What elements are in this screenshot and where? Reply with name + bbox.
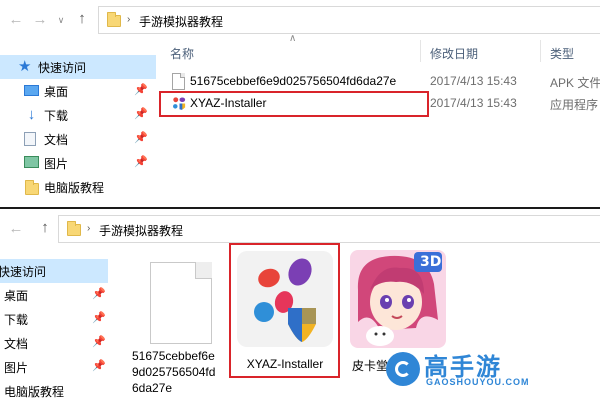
file-type: APK 文件: [550, 76, 600, 90]
folder-icon: [25, 180, 39, 195]
sidebar-item-label: 图片: [44, 157, 69, 171]
forward-arrow-icon[interactable]: →: [32, 12, 48, 28]
pin-icon[interactable]: 📌: [134, 83, 148, 96]
desktop-icon: [24, 85, 39, 96]
back-arrow-icon[interactable]: ←: [8, 221, 24, 237]
file-date: 2017/4/13 15:43: [430, 96, 517, 110]
sidebar-item-label: 电脑版教程: [4, 385, 65, 399]
sidebar-item-desktop[interactable]: 桌面 📌: [0, 283, 108, 307]
sidebar-item-label: 图片: [4, 361, 29, 375]
breadcrumb-separator-icon: ›: [127, 14, 131, 25]
star-icon: ★: [18, 58, 32, 75]
explorer-window-details: ← → ∨ ↑ › 手游模拟器教程 ★ 快速访问 桌面 📌 ↓ 下载 📌 文档 …: [0, 0, 600, 209]
sidebar-item-label: 下载: [44, 109, 69, 123]
breadcrumb-path[interactable]: 手游模拟器教程: [139, 13, 223, 30]
column-header-date[interactable]: 修改日期: [430, 45, 478, 62]
sidebar-item-downloads[interactable]: ↓ 下载 📌: [0, 103, 156, 127]
pin-icon[interactable]: 📌: [134, 131, 148, 144]
back-arrow-icon[interactable]: ←: [8, 12, 24, 28]
up-arrow-icon[interactable]: ↑: [36, 219, 54, 237]
highlight-box: [229, 243, 340, 378]
sidebar-item-pc-tutorials[interactable]: 电脑版教程: [0, 175, 156, 199]
pin-icon[interactable]: 📌: [92, 287, 106, 300]
address-field[interactable]: › 手游模拟器教程: [58, 215, 600, 243]
download-icon: ↓: [27, 106, 36, 123]
column-header-type[interactable]: 类型: [550, 45, 574, 62]
folder-icon: [67, 221, 81, 236]
sidebar-item-quick-access[interactable]: ★ 快速访问: [0, 55, 156, 79]
file-date: 2017/4/13 15:43: [430, 74, 517, 88]
sidebar-item-pictures[interactable]: 图片 📌: [0, 151, 156, 175]
breadcrumb-path[interactable]: 手游模拟器教程: [99, 222, 183, 239]
sidebar-item-label: 电脑版教程: [44, 181, 105, 195]
pin-icon[interactable]: 📌: [92, 311, 106, 324]
highlight-box: [159, 91, 429, 117]
sidebar-item-label: 桌面: [4, 289, 29, 303]
breadcrumb-separator-icon: ›: [87, 223, 91, 234]
up-arrow-icon[interactable]: ↑: [73, 10, 91, 28]
game-badge: 3D: [420, 254, 442, 270]
column-divider[interactable]: [540, 40, 541, 62]
file-name: 51675cebbef6e9d025756504fd6da27e: [190, 74, 397, 88]
picture-icon: [24, 156, 39, 168]
file-tile-label-line: 51675cebbef6e: [132, 349, 215, 363]
address-field[interactable]: › 手游模拟器教程: [98, 6, 600, 34]
file-tile-label-line: 9d025756504fd: [132, 365, 216, 379]
sidebar-item-label: 文档: [4, 337, 29, 351]
column-header-name[interactable]: 名称: [170, 45, 194, 62]
sidebar-item-downloads[interactable]: 下载 📌: [0, 307, 108, 331]
sidebar-item-pictures[interactable]: 图片 📌: [0, 355, 108, 379]
pin-icon[interactable]: 📌: [134, 107, 148, 120]
sidebar-item-label: 快速访问: [0, 265, 47, 279]
sidebar-item-documents[interactable]: 文档 📌: [0, 127, 156, 151]
sidebar-item-documents[interactable]: 文档 📌: [0, 331, 108, 355]
pin-icon[interactable]: 📌: [92, 335, 106, 348]
sidebar-item-label: 快速访问: [38, 61, 87, 75]
file-tile-label-line: 6da27e: [132, 381, 173, 395]
watermark-site: GAOSHOUYOU.COM: [426, 377, 530, 387]
sidebar-item-desktop[interactable]: 桌面 📌: [0, 79, 156, 103]
address-bar-row: ← → ∨ ↑ › 手游模拟器教程: [0, 209, 600, 247]
recent-locations-caret-icon[interactable]: ∨: [56, 14, 66, 26]
sidebar-item-label: 桌面: [44, 85, 69, 99]
blank-file-icon: [172, 73, 185, 90]
sidebar-item-label: 下载: [4, 313, 29, 327]
blank-file-icon: [150, 262, 212, 344]
address-bar-row: ← → ∨ ↑ › 手游模拟器教程: [0, 0, 600, 38]
pin-icon[interactable]: 📌: [92, 359, 106, 372]
pin-icon[interactable]: 📌: [134, 155, 148, 168]
document-icon: [24, 132, 36, 146]
file-type: 应用程序: [550, 98, 599, 112]
sidebar-item-pc-tutorials[interactable]: 电脑版教程: [0, 379, 108, 400]
sidebar-item-quick-access[interactable]: 快速访问: [0, 259, 108, 283]
folder-icon: [107, 12, 121, 27]
file-tile[interactable]: 51675cebbef6e 9d025756504fd 6da27e: [130, 250, 226, 400]
sort-ascending-icon: ∧: [289, 33, 297, 44]
explorer-window-icons: ← → ∨ ↑ › 手游模拟器教程 快速访问 桌面 📌 下载 📌 文档 📌 图片…: [0, 209, 600, 400]
column-divider[interactable]: [420, 40, 421, 62]
brand-logo-icon: [386, 352, 420, 386]
sidebar-item-label: 文档: [44, 133, 69, 147]
